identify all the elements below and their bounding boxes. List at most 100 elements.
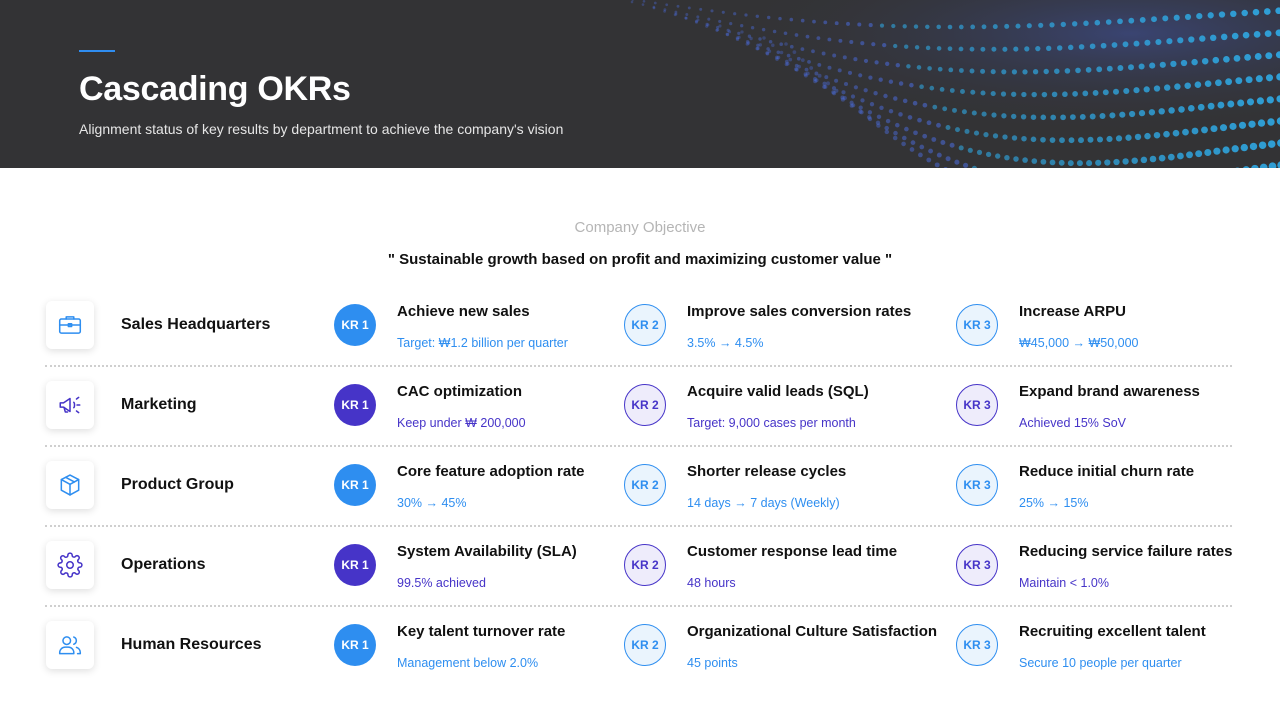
- wave-dot: [1113, 158, 1120, 166]
- wave-dot: [1209, 34, 1217, 42]
- wave-dot: [1001, 69, 1007, 75]
- wave-dot: [1266, 96, 1274, 104]
- wave-dot: [1207, 102, 1215, 110]
- wave-dot: [1215, 79, 1222, 87]
- wave-dot: [1011, 135, 1018, 141]
- wave-dot: [779, 42, 783, 46]
- gear-icon: [46, 541, 94, 589]
- wave-dot: [850, 94, 856, 99]
- wave-dot: [1174, 83, 1181, 90]
- wave-dot: [926, 157, 932, 163]
- wave-dot: [653, 1, 657, 5]
- wave-dot: [1151, 16, 1157, 23]
- wave-dot: [902, 24, 907, 29]
- wave-dot: [895, 63, 900, 68]
- page-title: Cascading OKRs: [79, 70, 351, 108]
- wave-dot: [898, 112, 903, 117]
- wave-dot: [1144, 39, 1151, 46]
- wave-dot: [1204, 148, 1212, 157]
- wave-dot: [846, 21, 850, 26]
- wave-dot: [805, 34, 810, 39]
- wave-dot: [1170, 60, 1177, 68]
- wave-dot: [823, 20, 828, 25]
- wave-dot: [834, 88, 839, 93]
- wave-dot: [1133, 87, 1140, 94]
- wave-dot: [1138, 63, 1145, 70]
- wave-dot: [1094, 19, 1101, 26]
- department-name: Operations: [121, 556, 206, 573]
- wave-dot: [1255, 75, 1263, 83]
- wave-dot: [1231, 32, 1239, 40]
- kr-detail: Secure 10 people per quarter: [1019, 656, 1182, 670]
- wave-dot: [1256, 97, 1264, 105]
- title-accent-line: [79, 50, 115, 52]
- wave-dot: [1117, 65, 1124, 71]
- wave-dot: [1086, 160, 1093, 167]
- wave-dot: [1204, 80, 1212, 88]
- wave-dot: [958, 24, 964, 30]
- wave-dot: [817, 62, 822, 67]
- wave-dot: [685, 13, 689, 16]
- wave-dot: [1089, 113, 1096, 120]
- wave-dot: [687, 6, 691, 10]
- wave-dot: [964, 128, 970, 134]
- wave-dot: [792, 50, 797, 54]
- wave-dot: [1049, 137, 1056, 143]
- wave-dot: [737, 31, 741, 36]
- wave-dot: [809, 66, 814, 70]
- wave-dot: [945, 156, 951, 162]
- wave-dot: [1265, 52, 1273, 60]
- wave-dot: [910, 140, 916, 145]
- wave-dot: [1015, 23, 1021, 29]
- wave-dot: [849, 39, 854, 45]
- wave-dot: [981, 111, 987, 117]
- wave-dot: [971, 110, 977, 116]
- wave-dot: [1253, 31, 1261, 38]
- wave-dot: [1062, 91, 1068, 98]
- wave-dot: [1123, 87, 1130, 95]
- wave-dot: [874, 60, 879, 65]
- kr-title: Shorter release cycles: [687, 463, 847, 480]
- wave-dot: [1159, 61, 1166, 68]
- wave-dot: [985, 151, 992, 158]
- wave-dot: [762, 36, 766, 40]
- wave-dot: [1040, 136, 1046, 143]
- wave-dot: [788, 57, 793, 62]
- wave-dot: [699, 7, 703, 11]
- wave-dot: [947, 24, 953, 30]
- wave-dot: [882, 42, 887, 48]
- wave-dot: [816, 36, 821, 40]
- kr-detail: Achieved 15% SoV: [1019, 416, 1127, 430]
- wave-dot: [1119, 111, 1126, 118]
- wave-dot: [804, 67, 809, 72]
- wave-dot: [1191, 127, 1199, 135]
- wave-dot: [981, 24, 987, 30]
- wave-dot: [1184, 82, 1191, 89]
- wave-dot: [1049, 159, 1056, 166]
- wave-dot: [676, 4, 680, 8]
- kr-title: Core feature adoption rate: [397, 463, 585, 480]
- wave-dot: [945, 125, 951, 130]
- wave-dot: [1187, 104, 1195, 112]
- wave-dot: [942, 106, 948, 112]
- kr-badge: KR 2: [624, 544, 666, 586]
- wave-dot: [800, 47, 805, 51]
- wave-dot: [1102, 89, 1109, 96]
- wave-dot: [1040, 158, 1047, 165]
- wave-dot: [771, 43, 775, 48]
- wave-dot: [1265, 74, 1274, 82]
- wave-dot: [973, 130, 980, 136]
- wave-dot: [832, 53, 837, 58]
- wave-dot: [1163, 130, 1170, 138]
- wave-dot: [1166, 38, 1173, 45]
- wave-dot: [1035, 45, 1041, 52]
- wave-dot: [853, 85, 858, 90]
- wave-dot: [1177, 37, 1184, 44]
- department-row: Product Group KR 1 Core feature adoption…: [45, 447, 1232, 527]
- wave-dot: [1178, 106, 1185, 113]
- wave-dot: [842, 96, 847, 101]
- wave-dot: [776, 50, 781, 55]
- wave-dot: [663, 10, 666, 13]
- wave-dot: [990, 91, 996, 97]
- wave-dot: [995, 153, 1001, 159]
